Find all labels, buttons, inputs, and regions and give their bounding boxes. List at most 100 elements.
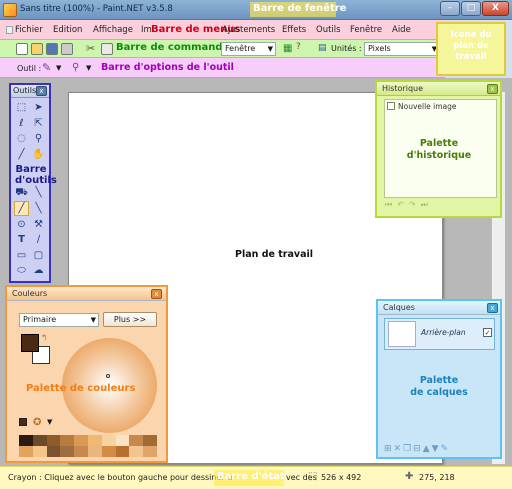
close-icon[interactable]: x xyxy=(487,84,498,94)
color-wheel-cursor[interactable] xyxy=(106,374,110,378)
merge-layer-icon[interactable]: ⊟ xyxy=(413,444,423,454)
alpha-blending-icon[interactable]: ⚲ xyxy=(72,62,79,73)
palette-swatch[interactable] xyxy=(46,446,61,457)
palette-swatch[interactable] xyxy=(19,435,33,446)
more-colors-button[interactable]: Plus >> xyxy=(103,312,157,327)
close-icon[interactable]: x xyxy=(487,303,498,313)
close-button[interactable]: X xyxy=(482,1,509,16)
chevron-down-icon[interactable]: ▼ xyxy=(56,64,61,72)
palette-swatch[interactable] xyxy=(101,446,116,457)
menu-fenetre[interactable]: Fenêtre xyxy=(350,25,382,35)
chevron-down-icon[interactable]: ▼ xyxy=(47,418,52,426)
open-icon[interactable] xyxy=(31,43,43,55)
palette-swatch[interactable] xyxy=(88,435,102,446)
colors-palette-annotation: Palette de couleurs xyxy=(26,383,136,394)
palette-swatch[interactable] xyxy=(143,446,157,457)
text-tool-icon[interactable]: T xyxy=(15,233,28,246)
swap-colors-icon[interactable]: ↰ xyxy=(41,333,48,342)
mini-primary-icon[interactable] xyxy=(19,418,27,426)
new-image-icon[interactable] xyxy=(16,43,28,55)
layer-properties-icon[interactable]: ✎ xyxy=(441,444,451,454)
ellipse-select-icon[interactable]: ◌ xyxy=(15,132,28,145)
palette-swatch[interactable] xyxy=(143,435,157,446)
pencil-tool-icon[interactable]: ╱ xyxy=(14,201,29,216)
menu-effets[interactable]: Effets xyxy=(282,25,306,35)
palette-swatch[interactable] xyxy=(32,435,47,446)
chevron-down-icon[interactable]: ▼ xyxy=(86,64,91,72)
save-icon[interactable] xyxy=(46,43,58,55)
primary-color-swatch[interactable] xyxy=(21,334,39,352)
status-hint: Crayon : Cliquez avec le bouton gauche p… xyxy=(8,473,233,482)
fast-forward-icon[interactable]: ⏭ xyxy=(421,200,433,209)
rectangle-select-icon[interactable]: ⬚ xyxy=(15,101,28,114)
rulers-icon[interactable]: ? xyxy=(296,42,301,52)
zoom-icon[interactable]: ⚲ xyxy=(32,132,45,145)
tool-options-annotation: Barre d'options de l'outil xyxy=(101,62,234,73)
menu-aide[interactable]: Aide xyxy=(392,25,411,35)
units-label: Unités : xyxy=(331,44,362,53)
layers-panel-title: Calques xyxy=(383,303,415,312)
palette-swatch[interactable] xyxy=(46,435,61,446)
add-layer-icon[interactable]: ⊞ xyxy=(384,444,394,454)
pencil-icon[interactable]: ✎ xyxy=(42,61,51,74)
grid-icon[interactable]: ▦ xyxy=(283,43,292,54)
palette-swatch[interactable] xyxy=(115,446,130,457)
menu-ajustements[interactable]: Ajustements xyxy=(222,25,275,35)
freeform-shape-icon[interactable]: ☁ xyxy=(32,264,45,277)
line-curve-icon[interactable]: ∕ xyxy=(32,233,45,246)
paint-bucket-icon[interactable]: ⛟ xyxy=(15,186,28,199)
palette-swatch[interactable] xyxy=(101,435,116,446)
units-combo[interactable]: Pixels ▼ xyxy=(364,42,440,56)
move-selected-icon[interactable]: ⇱ xyxy=(32,117,45,130)
lasso-select-icon[interactable]: ℓ xyxy=(15,117,28,130)
palette-swatch[interactable] xyxy=(60,446,75,457)
move-down-icon[interactable]: ▼ xyxy=(432,444,441,454)
palette-swatch[interactable] xyxy=(19,446,33,457)
print-icon[interactable] xyxy=(61,43,73,55)
paintbrush-icon[interactable]: ╲ xyxy=(32,186,45,199)
palette-swatch[interactable] xyxy=(129,446,144,457)
pan-hand-icon[interactable]: ✋ xyxy=(32,148,45,161)
color-mode-combo[interactable]: Primaire ▼ xyxy=(19,313,99,327)
palette-swatch[interactable] xyxy=(32,446,47,457)
palette-swatch[interactable] xyxy=(74,446,88,457)
undo-icon[interactable]: ↶ xyxy=(397,200,409,209)
ruler-icon: ▤ xyxy=(318,43,327,53)
delete-layer-icon[interactable]: ✕ xyxy=(394,444,404,454)
rectangle-shape-icon[interactable]: ▭ xyxy=(15,249,28,262)
layer-row[interactable]: Arrière-plan ✓ xyxy=(384,318,495,350)
workspace-icon-annotation-line2: plan de xyxy=(453,41,489,51)
layer-visibility-checkbox[interactable]: ✓ xyxy=(483,328,492,337)
magic-wand-icon[interactable]: ╱ xyxy=(15,148,28,161)
palette-swatch[interactable] xyxy=(60,435,75,446)
workspace-annotation: Plan de travail xyxy=(235,249,314,260)
menu-outils[interactable]: Outils xyxy=(316,25,341,35)
palette-swatch[interactable] xyxy=(88,446,102,457)
rewind-icon[interactable]: ⏮ xyxy=(385,200,397,209)
palette-swatch[interactable] xyxy=(115,435,130,446)
menu-edition[interactable]: Edition xyxy=(53,25,82,35)
move-selection-icon[interactable]: ➤ xyxy=(32,101,45,114)
palette-menu-icon[interactable]: ✪ xyxy=(33,417,41,428)
cut-icon[interactable]: ✂ xyxy=(86,42,95,55)
close-icon[interactable]: x xyxy=(151,289,162,299)
palette-swatch[interactable] xyxy=(129,435,144,446)
menu-fichier[interactable]: Fichier xyxy=(15,25,43,35)
menu-affichage[interactable]: Affichage xyxy=(93,25,133,35)
minimize-button[interactable]: – xyxy=(440,1,460,16)
duplicate-layer-icon[interactable]: ❐ xyxy=(403,444,413,454)
history-item[interactable]: Nouvelle image xyxy=(398,102,457,111)
copy-icon[interactable] xyxy=(101,43,113,55)
clone-stamp-icon[interactable]: ⚒ xyxy=(32,218,45,231)
redo-icon[interactable]: ↷ xyxy=(409,200,421,209)
ellipse-shape-icon[interactable]: ⬭ xyxy=(15,264,28,277)
eraser-icon[interactable]: ╲ xyxy=(32,202,45,215)
rounded-rectangle-icon[interactable]: ▢ xyxy=(32,249,45,262)
maximize-button[interactable]: □ xyxy=(461,1,481,16)
window-combo[interactable]: Fenêtre ▼ xyxy=(221,42,276,56)
color-picker-icon[interactable]: ⊙ xyxy=(15,218,28,231)
palette-swatch[interactable] xyxy=(74,435,88,446)
move-up-icon[interactable]: ▲ xyxy=(423,444,432,454)
history-controls: ⏮↶↷⏭ xyxy=(385,200,433,210)
close-icon[interactable]: x xyxy=(36,86,47,96)
